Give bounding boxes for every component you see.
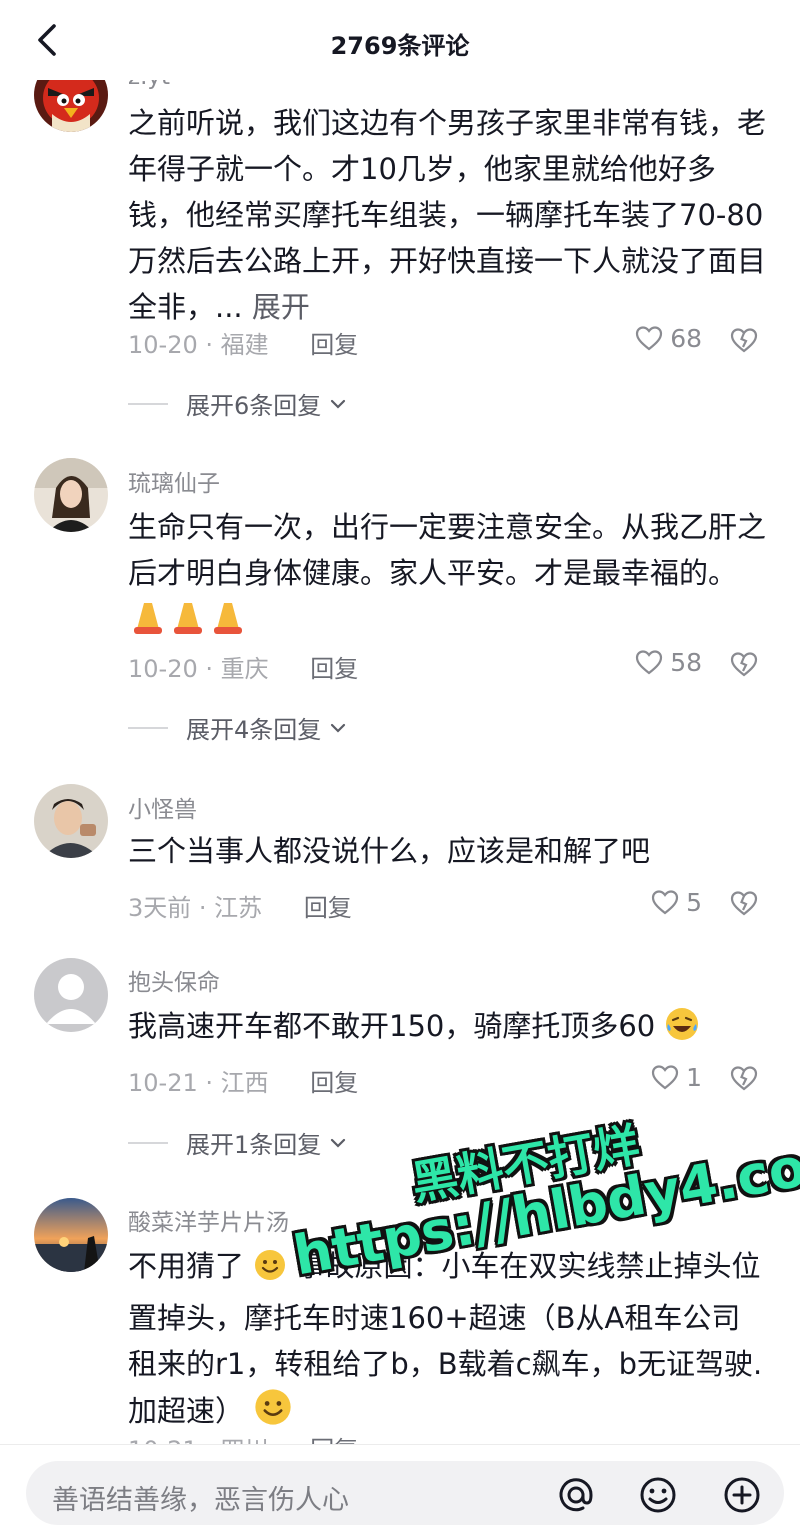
comment-location: 江西 — [220, 1069, 269, 1097]
like-count: 58 — [670, 647, 702, 677]
page-title: 2769条评论 — [330, 32, 470, 60]
pray-emoji-icon — [128, 599, 248, 648]
expand-replies-label: 展开6条回复 — [186, 392, 322, 420]
like-count: 1 — [686, 1062, 702, 1092]
dislike-button[interactable] — [728, 887, 760, 919]
comment-input-bar: 善语结善缘，恶言伤人心 — [0, 1444, 800, 1534]
username[interactable]: 琉璃仙子 — [128, 464, 220, 498]
comment-date: 10-20 — [128, 331, 198, 359]
like-button[interactable]: 58 — [634, 647, 702, 677]
comment-meta: 10-20 · 福建 回复 — [128, 331, 359, 359]
dislike-button[interactable] — [728, 1062, 760, 1094]
like-button[interactable]: 5 — [650, 887, 702, 917]
like-count: 5 — [686, 887, 702, 917]
avatar[interactable] — [34, 458, 108, 532]
like-count: 68 — [670, 323, 702, 353]
comment-text: 我高速开车都不敢开150，骑摩托顶多60 — [128, 1003, 768, 1055]
heart-icon — [636, 326, 663, 351]
comment-meta: 10-21 · 江西 回复 — [128, 1069, 359, 1097]
at-mention-icon[interactable] — [556, 1475, 596, 1515]
expand-replies-button[interactable]: 展开6条回复 — [128, 386, 349, 421]
like-button[interactable]: 68 — [634, 323, 702, 353]
chevron-down-icon — [331, 723, 346, 733]
comment-body: 生命只有一次，出行一定要注意安全。从我乙肝之后才明白身体健康。家人平安。才是最幸… — [128, 510, 767, 590]
emoji-icon[interactable] — [638, 1475, 678, 1515]
comment-location: 重庆 — [220, 655, 269, 683]
comment-text: 生命只有一次，出行一定要注意安全。从我乙肝之后才明白身体健康。家人平安。才是最幸… — [128, 504, 768, 648]
chevron-down-icon — [331, 1138, 346, 1148]
heart-icon — [651, 890, 679, 915]
reply-button[interactable]: 回复 — [304, 894, 352, 922]
comment-meta: 3天前 · 江苏 回复 — [128, 894, 352, 922]
comment-body-part1: 不用猜了 — [128, 1249, 245, 1283]
reply-button[interactable]: 回复 — [310, 655, 358, 683]
divider-line — [128, 1141, 168, 1144]
reply-button[interactable]: 回复 — [310, 1069, 358, 1097]
username[interactable]: 酸菜洋芋片片汤 — [128, 1203, 289, 1237]
avatar[interactable] — [34, 784, 108, 858]
comment-input[interactable]: 善语结善缘，恶言伤人心 — [26, 1461, 784, 1525]
avatar[interactable] — [34, 1198, 108, 1272]
broken-heart-icon — [730, 328, 758, 353]
divider-line — [128, 726, 168, 729]
comment-date: 10-20 — [128, 655, 198, 683]
username[interactable]: 小怪兽 — [128, 790, 197, 824]
comment-location: 江苏 — [214, 894, 263, 922]
comment-body: 三个当事人都没说什么，应该是和解了吧 — [128, 834, 651, 868]
comment-location: 福建 — [220, 331, 269, 359]
dislike-button[interactable] — [728, 324, 760, 356]
header: 2769条评论 — [0, 0, 800, 80]
broken-heart-icon — [730, 1066, 758, 1091]
comment-input-placeholder: 善语结善缘，恶言伤人心 — [52, 1485, 349, 1516]
add-icon[interactable] — [722, 1475, 762, 1515]
expand-replies-label: 展开1条回复 — [186, 1131, 322, 1159]
expand-text-link[interactable]: 展开 — [252, 290, 310, 324]
broken-heart-icon — [730, 652, 758, 677]
like-button[interactable]: 1 — [650, 1062, 702, 1092]
expand-replies-label: 展开4条回复 — [186, 716, 322, 744]
comment-body: 我高速开车都不敢开150，骑摩托顶多60 — [128, 1009, 656, 1043]
divider-line — [128, 402, 168, 405]
avatar[interactable] — [34, 958, 108, 1032]
comment-text: 三个当事人都没说什么，应该是和解了吧 — [128, 828, 768, 874]
laughing-tears-emoji-icon — [664, 1006, 700, 1055]
reply-button[interactable]: 回复 — [310, 331, 358, 359]
comment-date: 10-21 — [128, 1069, 198, 1097]
broken-heart-icon — [730, 891, 758, 916]
comment-body: 之前听说，我们这边有个男孩子家里非常有钱，老年得子就一个。才10几岁，他家里就给… — [128, 106, 767, 324]
comment-text: 不用猜了 事故原因：小车在双实线禁止掉头位置掉头，摩托车时速160+超速（B从A… — [128, 1243, 768, 1440]
comment-text: 之前听说，我们这边有个男孩子家里非常有钱，老年得子就一个。才10几岁，他家里就给… — [128, 100, 768, 330]
comment-meta: 10-20 · 重庆 回复 — [128, 655, 359, 683]
heart-icon — [636, 650, 663, 675]
expand-replies-button[interactable]: 展开1条回复 — [128, 1125, 349, 1160]
dislike-button[interactable] — [728, 648, 760, 680]
username[interactable]: 抱头保命 — [128, 963, 220, 997]
expand-replies-button[interactable]: 展开4条回复 — [128, 710, 349, 745]
heart-icon — [651, 1065, 679, 1090]
comment-date: 3天前 — [128, 894, 192, 922]
smile-emoji-icon — [253, 1248, 287, 1295]
chevron-down-icon — [331, 399, 346, 409]
